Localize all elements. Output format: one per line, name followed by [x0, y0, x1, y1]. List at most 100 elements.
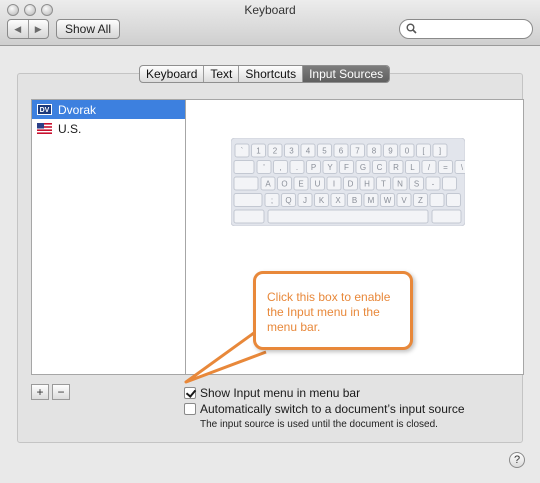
keyboard-key: E [293, 176, 309, 191]
input-source-us[interactable]: U.S. [32, 119, 185, 138]
tab-text[interactable]: Text [203, 66, 238, 82]
dvorak-badge-icon: DV [37, 104, 52, 115]
tab-keyboard[interactable]: Keyboard [140, 66, 203, 82]
back-arrow-icon: ◀ [14, 23, 22, 34]
keyboard-key-blank [429, 193, 445, 207]
keyboard-key: W [380, 193, 395, 207]
keyboard-key: O [277, 176, 292, 191]
keyboard-key-blank [233, 160, 255, 174]
key-label: T [381, 180, 386, 189]
key-label: B [352, 196, 357, 205]
keyboard-key: Q [281, 193, 296, 207]
keyboard-key: 8 [366, 143, 382, 158]
tab-shortcuts[interactable]: Shortcuts [238, 66, 302, 82]
forward-button[interactable]: ▶ [27, 20, 49, 38]
keyboard-key: 3 [284, 143, 299, 158]
keyboard-key: S [409, 176, 424, 191]
key-label: W [384, 196, 392, 205]
search-input[interactable] [420, 21, 526, 37]
keyboard-key: X [330, 193, 346, 207]
key-label: ` [241, 147, 244, 156]
key-label: 4 [306, 147, 311, 156]
back-button[interactable]: ◀ [8, 20, 28, 38]
keyboard-key: , [273, 160, 288, 174]
keyboard-key: L [405, 160, 420, 174]
key-label: X [335, 196, 341, 205]
keyboard-key: 2 [267, 143, 283, 158]
keyboard-key: 6 [333, 143, 349, 158]
forward-arrow-icon: ▶ [34, 23, 42, 34]
key-label: 7 [355, 147, 360, 156]
keyboard-key: / [421, 160, 437, 174]
keyboard-key: ; [264, 193, 280, 207]
key-label: ; [271, 196, 273, 205]
input-source-list[interactable]: DV Dvorak U.S. [31, 99, 186, 375]
key-label: A [265, 180, 271, 189]
key-label: 9 [388, 147, 393, 156]
key-label: 3 [289, 147, 294, 156]
keyboard-key: J [297, 193, 313, 207]
key-label: H [364, 180, 370, 189]
keyboard-key: G [355, 160, 371, 174]
keyboard-key: = [438, 160, 453, 174]
keyboard-key-blank [431, 209, 462, 224]
callout-text: Click this box to enable the Input menu … [267, 290, 391, 334]
show-all-button[interactable]: Show All [56, 19, 120, 39]
keyboard-key: 0 [399, 143, 415, 158]
input-source-label: Dvorak [58, 102, 97, 117]
keyboard-key: A [260, 176, 276, 191]
key-label: Y [327, 163, 333, 172]
keyboard-key: H [359, 176, 375, 191]
search-icon [406, 23, 417, 34]
help-button[interactable]: ? [509, 452, 525, 468]
remove-input-source-button[interactable]: − [52, 384, 70, 400]
keyboard-key: ' [256, 160, 272, 174]
key-label: 8 [372, 147, 377, 156]
keyboard-key: T [376, 176, 391, 191]
auto-switch-note: The input source is used until the docum… [200, 419, 438, 430]
keyboard-key: - [425, 176, 441, 191]
window-title: Keyboard [244, 3, 296, 17]
keyboard-key: 7 [350, 143, 365, 158]
keyboard-spacebar [267, 209, 429, 224]
keyboard-key: \ [454, 160, 465, 174]
key-label: 6 [339, 147, 344, 156]
key-label: C [377, 163, 383, 172]
keyboard-key: N [392, 176, 408, 191]
auto-switch-label: Automatically switch to a document’s inp… [200, 402, 465, 416]
input-source-dvorak[interactable]: DV Dvorak [32, 100, 185, 119]
keyboard-key: I [326, 176, 342, 191]
key-label: . [296, 163, 298, 172]
add-input-source-button[interactable]: + [31, 384, 49, 400]
key-label: P [311, 163, 316, 172]
key-label: 1 [256, 147, 261, 156]
keyboard-key-blank [233, 209, 265, 224]
auto-switch-option[interactable]: Automatically switch to a document’s inp… [184, 402, 465, 416]
key-label: 5 [322, 147, 327, 156]
keyboard-key: Y [322, 160, 338, 174]
tab-input-sources[interactable]: Input Sources [302, 66, 390, 82]
us-flag-icon [37, 123, 52, 134]
keyboard-key: K [314, 193, 329, 207]
key-label: V [401, 196, 407, 205]
key-label: ] [439, 147, 441, 156]
keyboard-key-blank [442, 176, 457, 191]
keyboard-key: . [289, 160, 305, 174]
keyboard-layout-preview: ` 1 2 3 4 5 6 7 8 9 0 [] ',. P Y F G C R L / = \ A O E U I D H T N S -; Q J… [231, 138, 465, 226]
keyboard-key: C [372, 160, 387, 174]
key-label: G [360, 163, 366, 172]
keyboard-key: D [343, 176, 358, 191]
keyboard-key: R [388, 160, 404, 174]
key-label: Z [418, 196, 423, 205]
key-label: I [333, 180, 335, 189]
keyboard-key: 9 [383, 143, 398, 158]
search-field[interactable] [399, 19, 533, 39]
keyboard-key: 1 [251, 143, 266, 158]
key-label: 2 [273, 147, 278, 156]
key-label: L [410, 163, 415, 172]
auto-switch-checkbox[interactable] [184, 403, 196, 415]
key-label: M [368, 196, 375, 205]
key-label: E [298, 180, 303, 189]
key-label: O [281, 180, 287, 189]
keyboard-key-blank [233, 176, 259, 191]
